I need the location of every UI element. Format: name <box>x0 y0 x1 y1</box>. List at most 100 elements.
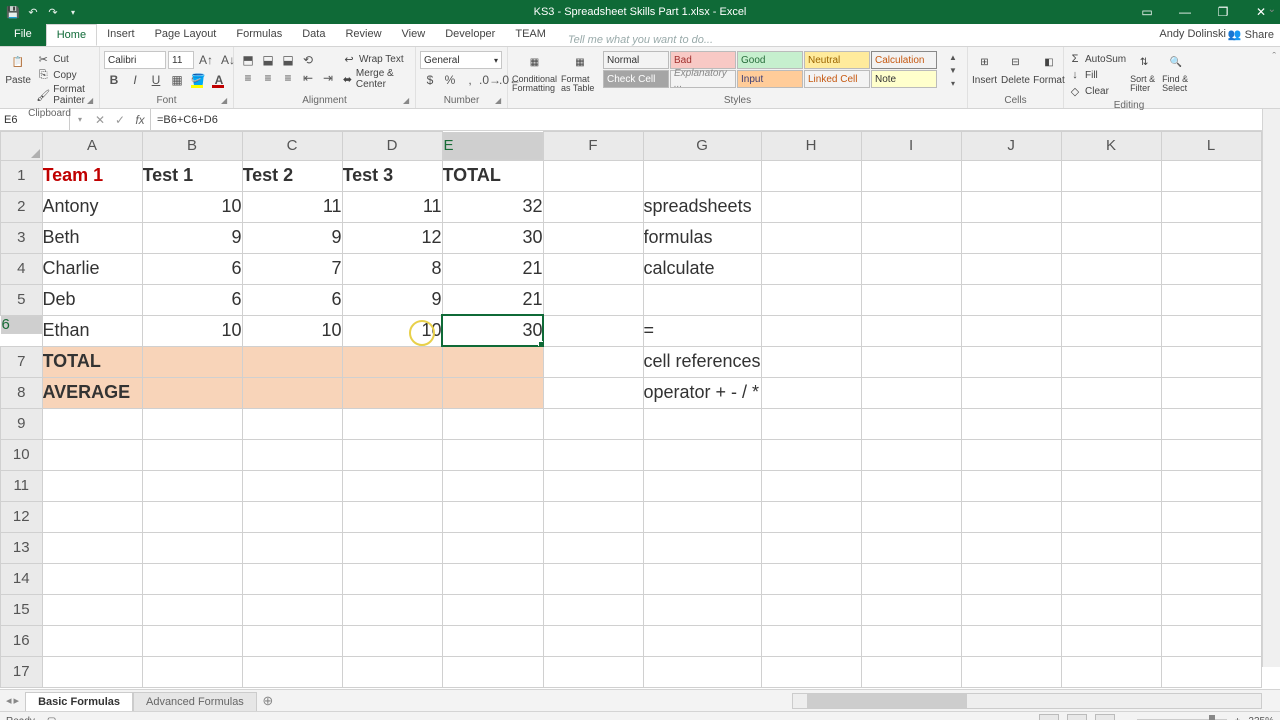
cell-D10[interactable] <box>342 439 442 470</box>
cell-L2[interactable] <box>1161 191 1261 222</box>
cell-L10[interactable] <box>1161 439 1261 470</box>
cell-L6[interactable] <box>1161 315 1261 346</box>
styles-scroll-down[interactable]: ▼ <box>943 64 963 76</box>
cell-B14[interactable] <box>142 563 242 594</box>
cell-F17[interactable] <box>543 656 643 687</box>
tell-me-input[interactable]: Tell me what you want to do... <box>568 34 713 46</box>
cell-K14[interactable] <box>1061 563 1161 594</box>
style-good[interactable]: Good <box>737 51 803 69</box>
cell-E5[interactable]: 21 <box>442 284 543 315</box>
cell-H12[interactable] <box>761 501 861 532</box>
align-bottom-button[interactable]: ⬓ <box>278 51 298 69</box>
cell-K1[interactable] <box>1061 160 1161 191</box>
comma-button[interactable]: , <box>460 71 480 89</box>
style-note[interactable]: Note <box>871 70 937 88</box>
user-name[interactable]: Andy Dolinski <box>1159 28 1226 40</box>
cell-K10[interactable] <box>1061 439 1161 470</box>
decrease-indent-button[interactable]: ⇤ <box>298 69 318 87</box>
cell-J6[interactable] <box>961 315 1061 346</box>
cell-C7[interactable] <box>242 346 342 377</box>
style-neutral[interactable]: Neutral <box>804 51 870 69</box>
row-header-16[interactable]: 16 <box>1 625 43 656</box>
row-header-14[interactable]: 14 <box>1 563 43 594</box>
cell-A11[interactable] <box>42 470 142 501</box>
cut-button[interactable]: ✂Cut <box>36 51 95 67</box>
styles-more[interactable]: ▾ <box>943 77 963 89</box>
cell-D17[interactable] <box>342 656 442 687</box>
cell-J5[interactable] <box>961 284 1061 315</box>
cell-F14[interactable] <box>543 563 643 594</box>
cell-G10[interactable] <box>643 439 761 470</box>
cell-H4[interactable] <box>761 253 861 284</box>
cell-A13[interactable] <box>42 532 142 563</box>
col-header-F[interactable]: F <box>543 132 643 161</box>
cell-J11[interactable] <box>961 470 1061 501</box>
cell-G3[interactable]: formulas <box>643 222 761 253</box>
col-header-C[interactable]: C <box>242 132 342 161</box>
cell-D1[interactable]: Test 3 <box>342 160 442 191</box>
cell-E10[interactable] <box>442 439 543 470</box>
cell-G13[interactable] <box>643 532 761 563</box>
cell-K5[interactable] <box>1061 284 1161 315</box>
cell-E13[interactable] <box>442 532 543 563</box>
cell-H1[interactable] <box>761 160 861 191</box>
format-as-table-button[interactable]: ▦Format as Table <box>561 51 599 93</box>
row-header-11[interactable]: 11 <box>1 470 43 501</box>
tab-formulas[interactable]: Formulas <box>226 24 292 46</box>
increase-decimal-button[interactable]: .0→ <box>480 71 500 89</box>
cell-G16[interactable] <box>643 625 761 656</box>
cell-H7[interactable] <box>761 346 861 377</box>
cell-F16[interactable] <box>543 625 643 656</box>
clear-button[interactable]: ◇Clear <box>1068 83 1126 99</box>
cell-G11[interactable] <box>643 470 761 501</box>
cell-G15[interactable] <box>643 594 761 625</box>
col-header-K[interactable]: K <box>1061 132 1161 161</box>
cell-C8[interactable] <box>242 377 342 408</box>
sheet-nav-next[interactable]: ▸ <box>14 694 20 707</box>
new-sheet-button[interactable]: ⊕ <box>257 693 279 709</box>
cell-L4[interactable] <box>1161 253 1261 284</box>
cell-E17[interactable] <box>442 656 543 687</box>
cell-A12[interactable] <box>42 501 142 532</box>
row-header-15[interactable]: 15 <box>1 594 43 625</box>
cell-I6[interactable] <box>861 315 961 346</box>
cell-E4[interactable]: 21 <box>442 253 543 284</box>
sheet-nav-prev[interactable]: ◂ <box>6 694 12 707</box>
cell-K15[interactable] <box>1061 594 1161 625</box>
col-header-I[interactable]: I <box>861 132 961 161</box>
zoom-in-button[interactable]: + <box>1235 716 1241 720</box>
style-input[interactable]: Input <box>737 70 803 88</box>
delete-cells-button[interactable]: ⊟Delete <box>1001 51 1030 86</box>
col-header-G[interactable]: G <box>643 132 761 161</box>
cell-B9[interactable] <box>142 408 242 439</box>
cell-L3[interactable] <box>1161 222 1261 253</box>
cell-I2[interactable] <box>861 191 961 222</box>
cell-H9[interactable] <box>761 408 861 439</box>
cell-G7[interactable]: cell references <box>643 346 761 377</box>
cell-I11[interactable] <box>861 470 961 501</box>
row-header-10[interactable]: 10 <box>1 439 43 470</box>
cell-A17[interactable] <box>42 656 142 687</box>
cell-K7[interactable] <box>1061 346 1161 377</box>
insert-cells-button[interactable]: ⊞Insert <box>972 51 997 86</box>
cell-D8[interactable] <box>342 377 442 408</box>
sheet-tab-1[interactable]: Advanced Formulas <box>133 692 257 712</box>
cell-A5[interactable]: Deb <box>42 284 142 315</box>
cell-F12[interactable] <box>543 501 643 532</box>
cell-B17[interactable] <box>142 656 242 687</box>
cell-C15[interactable] <box>242 594 342 625</box>
style-check-cell[interactable]: Check Cell <box>603 70 669 88</box>
italic-button[interactable]: I <box>125 71 145 89</box>
cell-C12[interactable] <box>242 501 342 532</box>
align-left-button[interactable]: ≡ <box>238 69 258 87</box>
cell-H11[interactable] <box>761 470 861 501</box>
align-top-button[interactable]: ⬒ <box>238 51 258 69</box>
cell-B6[interactable]: 10 <box>142 315 242 346</box>
cell-C6[interactable]: 10 <box>242 315 342 346</box>
cell-I12[interactable] <box>861 501 961 532</box>
cell-B12[interactable] <box>142 501 242 532</box>
undo-icon[interactable]: ↶ <box>26 5 40 19</box>
cell-G6[interactable]: = <box>643 315 761 346</box>
tab-review[interactable]: Review <box>335 24 391 46</box>
style-explanatory[interactable]: Explanatory ... <box>670 70 736 88</box>
